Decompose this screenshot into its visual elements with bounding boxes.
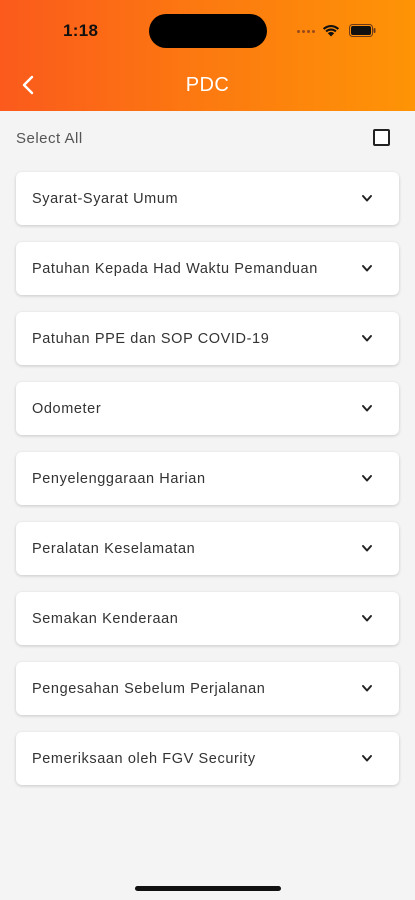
wifi-icon — [322, 25, 340, 37]
section-card-pemeriksaan-fgv-security[interactable]: Pemeriksaan oleh FGV Security — [16, 732, 399, 785]
select-all-checkbox[interactable] — [373, 129, 390, 146]
section-card-patuhan-ppe-sop[interactable]: Patuhan PPE dan SOP COVID-19 — [16, 312, 399, 365]
section-list: Syarat-Syarat Umum Patuhan Kepada Had Wa… — [16, 172, 399, 802]
battery-icon — [349, 24, 376, 37]
status-time: 1:18 — [63, 21, 99, 40]
section-card-syarat-syarat-umum[interactable]: Syarat-Syarat Umum — [16, 172, 399, 225]
section-card-penyelenggaraan-harian[interactable]: Penyelenggaraan Harian — [16, 452, 399, 505]
app-header: 1:18 PDC — [0, 0, 415, 111]
section-label: Penyelenggaraan Harian — [32, 471, 206, 487]
section-label: Odometer — [32, 401, 102, 417]
chevron-down-icon — [362, 545, 372, 552]
section-label: Pengesahan Sebelum Perjalanan — [32, 681, 266, 697]
section-label: Patuhan PPE dan SOP COVID-19 — [32, 331, 270, 347]
chevron-down-icon — [362, 685, 372, 692]
cellular-signal-icon — [297, 30, 319, 34]
section-label: Semakan Kenderaan — [32, 611, 179, 627]
section-card-odometer[interactable]: Odometer — [16, 382, 399, 435]
section-card-semakan-kenderaan[interactable]: Semakan Kenderaan — [16, 592, 399, 645]
section-label: Patuhan Kepada Had Waktu Pemanduan — [32, 261, 318, 277]
select-all-label: Select All — [16, 130, 83, 147]
chevron-down-icon — [362, 755, 372, 762]
section-card-peralatan-keselamatan[interactable]: Peralatan Keselamatan — [16, 522, 399, 575]
chevron-down-icon — [362, 475, 372, 482]
chevron-down-icon — [362, 195, 372, 202]
chevron-down-icon — [362, 405, 372, 412]
chevron-down-icon — [362, 335, 372, 342]
chevron-down-icon — [362, 265, 372, 272]
dynamic-island — [149, 14, 267, 48]
chevron-down-icon — [362, 615, 372, 622]
select-all-row: Select All — [16, 128, 399, 150]
home-indicator[interactable] — [135, 886, 281, 891]
section-label: Pemeriksaan oleh FGV Security — [32, 751, 256, 767]
section-card-pengesahan-sebelum-perjalanan[interactable]: Pengesahan Sebelum Perjalanan — [16, 662, 399, 715]
section-card-patuhan-had-waktu[interactable]: Patuhan Kepada Had Waktu Pemanduan — [16, 242, 399, 295]
section-label: Peralatan Keselamatan — [32, 541, 196, 557]
status-bar: 1:18 — [0, 0, 415, 60]
page-title: PDC — [185, 74, 230, 96]
section-label: Syarat-Syarat Umum — [32, 191, 179, 207]
